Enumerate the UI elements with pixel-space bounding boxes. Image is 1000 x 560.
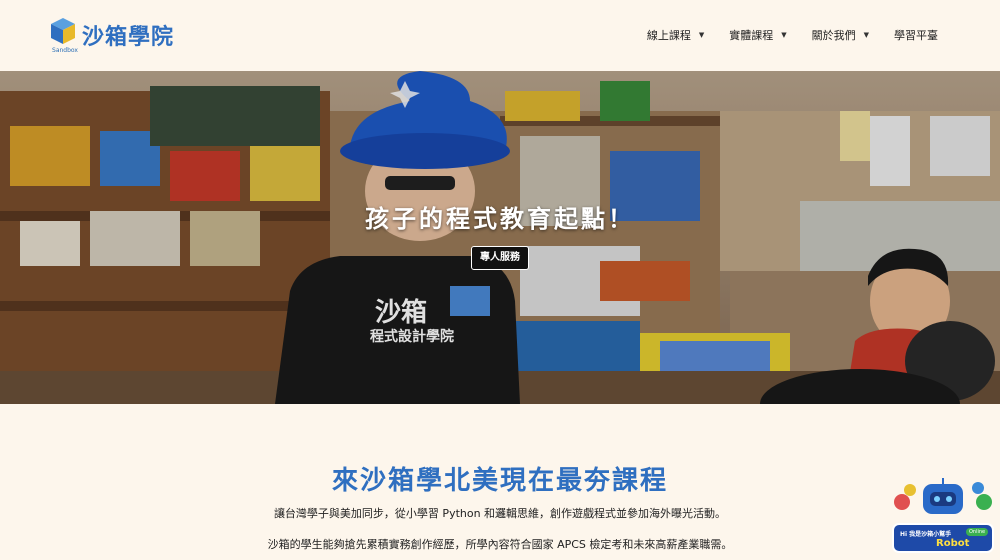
section-title: 來沙箱學北美現在最夯課程 <box>331 466 668 496</box>
logo-subtitle: Sandbox <box>52 47 78 54</box>
nav-physical-courses[interactable]: 實體課程 ▼ <box>729 27 786 43</box>
hero-banner: 沙箱 程式設計學院 孩子的程式教育起點！ 專人服務 <box>0 71 1000 404</box>
hero-title: 孩子的程式教育起點！ <box>365 205 635 233</box>
nav-online-courses[interactable]: 線上課程 ▼ <box>647 27 704 43</box>
site-header: Sandbox 沙箱學院 線上課程 ▼ 實體課程 ▼ 關於我們 ▼ 學習平臺 <box>0 0 1000 71</box>
logo-name-part1: 沙箱 <box>82 25 129 50</box>
main-nav: 線上課程 ▼ 實體課程 ▼ 關於我們 ▼ 學習平臺 <box>622 27 938 43</box>
nav-label: 學習平臺 <box>894 29 938 42</box>
section-description-line1: 讓台灣學子與美加同步，從小學習 Python 和邏輯思維，創作遊戲程式並參加海外… <box>273 507 727 520</box>
nav-label: 實體課程 <box>729 29 774 42</box>
contact-service-button[interactable]: 專人服務 <box>471 246 529 270</box>
caret-down-icon: ▼ <box>781 31 787 39</box>
logo-wordmark: 沙箱學院 <box>82 19 174 51</box>
cube-logo-icon: Sandbox <box>50 17 78 54</box>
chatbot-greeting: Hi 我是沙箱小幫手 <box>900 531 952 538</box>
hero-photo: 沙箱 程式設計學院 <box>0 71 1000 404</box>
site-logo[interactable]: Sandbox 沙箱學院 <box>50 17 174 54</box>
nav-label: 線上課程 <box>646 29 691 42</box>
chatbot-name: Robot <box>936 538 970 549</box>
nav-about-us[interactable]: 關於我們 ▼ <box>812 27 869 43</box>
section-description-line2: 沙箱的學生能夠搶先累積實務創作經歷，所學內容符合國家 APCS 檢定考和未來高薪… <box>267 538 733 551</box>
nav-learning-platform[interactable]: 學習平臺 <box>894 27 938 43</box>
logo-name-part2: 學院 <box>128 25 175 50</box>
nav-label: 關於我們 <box>811 29 856 42</box>
chatbot-widget[interactable]: Hi 我是沙箱小幫手 Robot Online <box>890 478 996 556</box>
chatbot-online-badge: Online <box>966 528 989 536</box>
caret-down-icon: ▼ <box>863 31 869 39</box>
caret-down-icon: ▼ <box>698 31 705 39</box>
